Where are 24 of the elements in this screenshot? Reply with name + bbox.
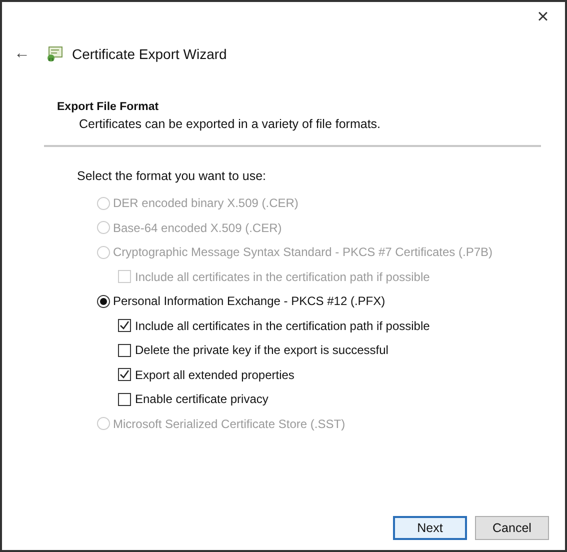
checkbox[interactable]	[118, 319, 131, 332]
checkbox[interactable]	[118, 368, 131, 382]
radio-button[interactable]	[97, 294, 110, 308]
close-button[interactable]: ×	[525, 2, 561, 32]
next-button[interactable]: Next	[393, 516, 467, 540]
checkbox-label: Delete the private key if the export is successful	[135, 343, 388, 358]
checkbox[interactable]	[118, 344, 131, 357]
checkbox-label: Export all extended properties	[135, 368, 294, 382]
checkbox-label: Include all certificates in the certification path if possible	[135, 318, 430, 333]
checkbox-label: Include all certificates in the certification path if possible	[135, 270, 430, 284]
format-prompt: Select the format you want to use:	[77, 169, 267, 183]
cancel-button[interactable]: Cancel	[475, 516, 549, 540]
radio-label: DER encoded binary X.509 (.CER)	[113, 196, 298, 210]
page-description: Certificates can be exported in a variety of file formats.	[78, 117, 382, 131]
radio-label: Cryptographic Message Syntax Standard - PKCS #7 Certificates (.P7B)	[113, 245, 492, 260]
radio-label: Personal Information Exchange - PKCS #12 (.PFX)	[113, 294, 386, 308]
checkbox[interactable]	[118, 392, 131, 406]
certificate-icon	[46, 45, 64, 63]
window-title: Certificate Export Wizard	[72, 46, 227, 62]
checkbox-label: Enable certificate privacy	[135, 392, 268, 406]
radio-label: Base-64 encoded X.509 (.CER)	[113, 220, 282, 235]
page-heading: Export File Format	[57, 101, 160, 113]
back-button[interactable]: ←	[10, 45, 34, 63]
radio-label: Microsoft Serialized Certificate Store (.SST)	[113, 416, 346, 431]
